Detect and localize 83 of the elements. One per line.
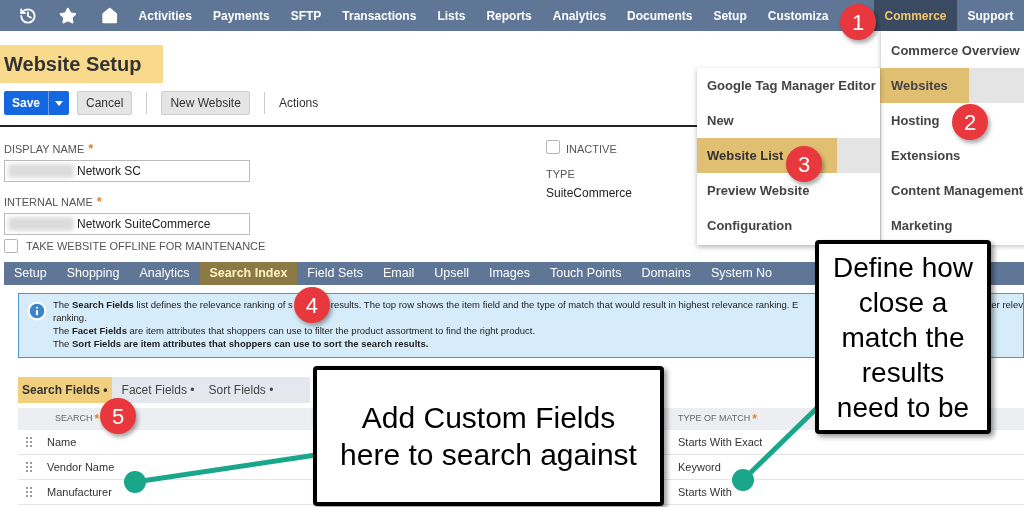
nav-menu-item[interactable]: Activities	[128, 0, 203, 31]
drag-handle-icon[interactable]	[26, 437, 32, 447]
actions-menu[interactable]: Actions	[278, 94, 319, 112]
table-cell-text: Starts With Exact	[678, 434, 763, 450]
menu-item[interactable]: Hosting	[891, 110, 940, 131]
checkbox[interactable]	[546, 140, 560, 155]
nav-menu-item[interactable]: Documents	[616, 0, 703, 31]
tab[interactable]: Upsell	[424, 262, 479, 285]
nav-menu-item[interactable]: Commerce	[873, 0, 957, 31]
menu-item[interactable]: Extensions	[891, 145, 961, 166]
menu-item[interactable]: Preview Website	[707, 183, 810, 198]
toolbar-button[interactable]: New Website	[161, 91, 250, 115]
step-number-badge: 1	[840, 4, 876, 40]
tab[interactable]: Field Sets	[297, 262, 373, 285]
history-icon[interactable]	[19, 5, 37, 26]
info-text: The Search Fields list defines the relevance ranking of s	[53, 298, 293, 311]
table-cell-text: Keyword	[678, 459, 721, 475]
menu-item[interactable]: New	[707, 113, 734, 128]
info-text: ranking.	[53, 311, 87, 324]
tab[interactable]: Setup	[4, 262, 57, 285]
table-cell-text: Starts With	[678, 484, 732, 500]
toolbar-button[interactable]: Cancel	[77, 91, 133, 115]
drag-handle-icon[interactable]	[26, 487, 32, 497]
info-text: results. The top row shows the item field and the type of match that would result in highest relevance ranking. E	[330, 298, 799, 311]
nav-menu-item[interactable]: Lists	[426, 0, 476, 31]
field-value: SuiteCommerce	[546, 185, 633, 202]
checkbox[interactable]	[4, 239, 18, 254]
nav-menu-item[interactable]: Payments	[202, 0, 281, 31]
tab[interactable]: Email	[372, 262, 425, 285]
tab[interactable]: Touch Points	[539, 262, 632, 285]
redaction-blur	[8, 217, 74, 231]
field-label: TYPE	[546, 166, 576, 182]
required-mark: *	[94, 411, 100, 428]
info-text: The Facet Fields are item attributes that shoppers can use to filter the product assortment to find the right product.	[53, 324, 536, 337]
nav-menu-item[interactable]: Customiza	[757, 0, 839, 31]
info-text: er relev	[991, 298, 1023, 311]
menu-item[interactable]: Commerce Overview	[891, 40, 1020, 61]
table-cell-text: Vendor Name	[47, 459, 115, 475]
checkbox-label: TAKE WEBSITE OFFLINE FOR MAINTENANCE	[26, 239, 266, 254]
save-button[interactable]: Save	[4, 91, 70, 115]
menu-item[interactable]: Marketing	[891, 215, 953, 236]
callout-text: Define how close a match the results need to be	[831, 250, 975, 425]
nav-menu-item[interactable]: Analytics	[542, 0, 617, 31]
tab[interactable]: System No	[700, 262, 782, 285]
step-number-badge: 4	[293, 287, 330, 323]
menu-item[interactable]: Google Tag Manager Editor	[707, 78, 876, 93]
nav-menu-item[interactable]: SFTP	[280, 0, 332, 31]
field-label: DISPLAY NAME	[4, 141, 85, 157]
nav-menu-item[interactable]: Support	[957, 0, 1024, 31]
menu-item[interactable]: Website List	[707, 148, 784, 163]
info-text: The Sort Fields are item attributes that shoppers can use to sort the search results.	[53, 337, 429, 350]
drag-handle-icon[interactable]	[26, 462, 32, 472]
nav-menu-item[interactable]: Transactions	[331, 0, 427, 31]
page-title: Website Setup	[0, 45, 163, 83]
info-icon	[27, 301, 47, 321]
column-header: TYPE OF MATCH	[678, 412, 751, 426]
star-icon[interactable]	[58, 5, 77, 26]
menu-item[interactable]: Configuration	[707, 218, 793, 233]
checkbox-label: INACTIVE	[566, 142, 617, 157]
nav-menu-item[interactable]: Reports	[475, 0, 543, 31]
subtab[interactable]: Sort Fields •	[204, 381, 278, 399]
menu-item[interactable]: Websites	[878, 68, 969, 103]
caret-icon[interactable]	[55, 100, 64, 106]
callout-text: Add Custom Fields here to search against	[339, 400, 638, 473]
required-mark: *	[88, 140, 94, 159]
nav-menu-item[interactable]: Setup	[702, 0, 758, 31]
tab[interactable]: Domains	[631, 262, 701, 285]
column-header: SEARCH	[55, 412, 93, 426]
field-label: INTERNAL NAME	[4, 194, 93, 210]
required-mark: *	[96, 193, 102, 212]
tab[interactable]: Shopping	[56, 262, 130, 285]
menu-item[interactable]: Content Management	[891, 180, 1024, 201]
tab[interactable]: Analytics	[129, 262, 200, 285]
redaction-blur	[8, 164, 74, 178]
tab[interactable]: Images	[478, 262, 540, 285]
subtab[interactable]: Facet Fields •	[117, 381, 199, 399]
tab[interactable]: Search Index	[199, 262, 298, 285]
required-mark: *	[752, 411, 757, 428]
subtab[interactable]: Search Fields •	[18, 377, 112, 403]
table-cell-text: Manufacturer	[47, 484, 112, 500]
text-input[interactable]: Network SC	[4, 160, 250, 182]
text-input[interactable]: Network SuiteCommerce	[4, 213, 250, 235]
table-cell-text: Name	[47, 434, 77, 450]
